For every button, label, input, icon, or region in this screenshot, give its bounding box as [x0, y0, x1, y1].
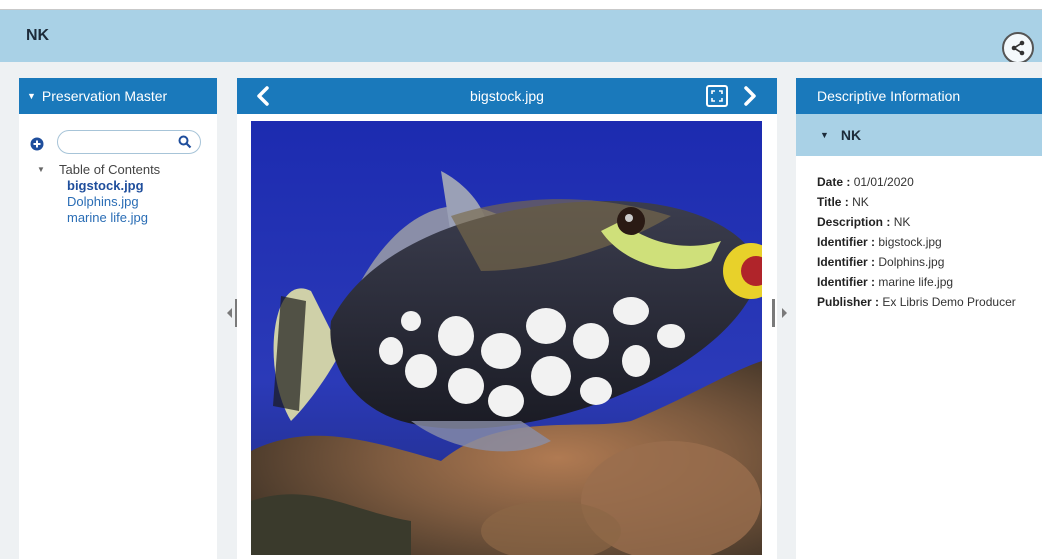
- image-viewer-panel: bigstock.jpg: [237, 78, 777, 559]
- panel-title: Descriptive Information: [817, 88, 961, 104]
- toc-area: ▼ Table of Contents bigstock.jpg Dolphin…: [19, 114, 217, 559]
- collapse-right-icon: [782, 308, 787, 318]
- panel-title: Preservation Master: [41, 88, 168, 104]
- metadata-list: Date : 01/01/2020 Title : NK Description…: [796, 156, 1042, 312]
- metadata-value: NK: [852, 195, 869, 209]
- app-header: NK: [0, 10, 1042, 64]
- metadata-row: Publisher : Ex Libris Demo Producer: [817, 292, 1042, 312]
- share-icon: [1011, 40, 1025, 56]
- metadata-value: Dolphins.jpg: [878, 255, 945, 269]
- search-box: [57, 130, 201, 154]
- metadata-value: marine life.jpg: [878, 275, 954, 289]
- left-splitter-handle[interactable]: [217, 299, 238, 327]
- chevron-right-icon[interactable]: [740, 85, 760, 107]
- metadata-key: Identifier :: [817, 235, 876, 249]
- metadata-key: Identifier :: [817, 255, 876, 269]
- share-button[interactable]: [1002, 32, 1034, 64]
- metadata-row: Date : 01/01/2020: [817, 172, 1042, 192]
- metadata-row: Identifier : marine life.jpg: [817, 272, 1042, 292]
- search-input[interactable]: [68, 131, 178, 153]
- metadata-value: NK: [893, 215, 911, 229]
- fullscreen-button[interactable]: [706, 85, 728, 107]
- collapse-left-icon: [227, 308, 232, 318]
- fullscreen-icon: [711, 90, 723, 102]
- splitter-bar: [772, 299, 775, 327]
- viewer-file-title: bigstock.jpg: [470, 88, 544, 104]
- plus-circle-icon[interactable]: [30, 137, 44, 151]
- caret-down-icon: ▼: [820, 130, 829, 140]
- descriptive-information-panel: Descriptive Information ▼ NK Date : 01/0…: [796, 78, 1042, 559]
- metadata-section-title: NK: [840, 127, 862, 143]
- metadata-value: 01/01/2020: [853, 175, 914, 189]
- metadata-key: Title :: [817, 195, 849, 209]
- toc-item-dolphins[interactable]: Dolphins.jpg: [67, 194, 139, 210]
- metadata-value: bigstock.jpg: [878, 235, 942, 249]
- page-title: NK: [26, 27, 50, 44]
- metadata-row: Identifier : bigstock.jpg: [817, 232, 1042, 252]
- metadata-row: Title : NK: [817, 192, 1042, 212]
- viewer-header: bigstock.jpg: [237, 78, 777, 114]
- metadata-value: Ex Libris Demo Producer: [882, 295, 1016, 309]
- right-splitter-handle[interactable]: [772, 299, 787, 327]
- fish-illustration: [251, 121, 762, 555]
- toc-title[interactable]: Table of Contents: [59, 162, 160, 178]
- fish-image: [251, 121, 762, 555]
- metadata-row: Identifier : Dolphins.jpg: [817, 252, 1042, 272]
- metadata-key: Identifier :: [817, 275, 876, 289]
- descriptive-information-header: Descriptive Information: [796, 78, 1042, 114]
- toc-item-bigstock[interactable]: bigstock.jpg: [67, 178, 144, 194]
- preservation-master-header[interactable]: ▼ Preservation Master: [19, 78, 217, 114]
- main-content: ▼ Preservation Master ▼ Table of Content…: [0, 62, 1042, 559]
- toc-item-marine-life[interactable]: marine life.jpg: [67, 210, 148, 226]
- caret-down-icon: ▼: [27, 91, 36, 101]
- window-top-border: [0, 0, 1042, 10]
- metadata-key: Publisher :: [817, 295, 880, 309]
- preservation-master-panel: ▼ Preservation Master ▼ Table of Content…: [19, 78, 217, 559]
- caret-down-icon[interactable]: ▼: [37, 162, 45, 178]
- metadata-section-header[interactable]: ▼ NK: [796, 114, 1042, 156]
- metadata-row: Description : NK: [817, 212, 1042, 232]
- metadata-key: Date :: [817, 175, 851, 189]
- search-icon[interactable]: [178, 135, 192, 149]
- metadata-key: Description :: [817, 215, 891, 229]
